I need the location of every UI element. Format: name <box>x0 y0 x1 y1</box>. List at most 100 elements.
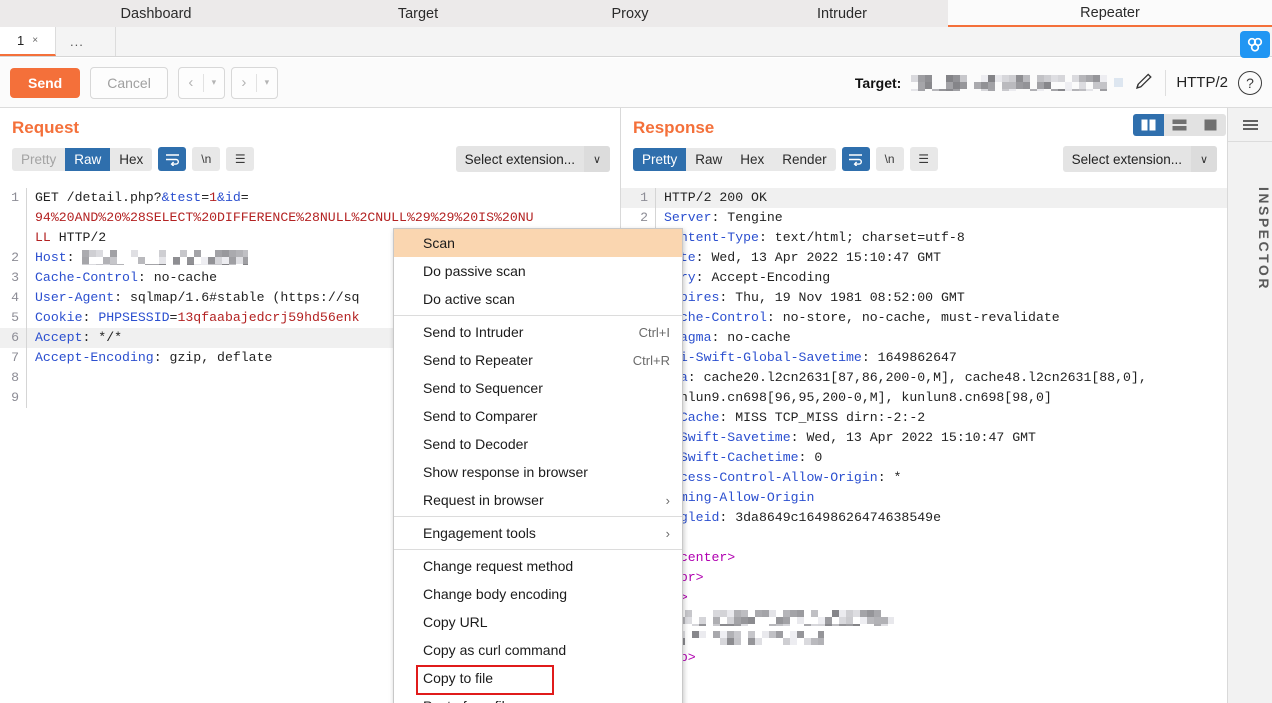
menu-item-label: Change body encoding <box>423 586 568 602</box>
send-button[interactable]: Send <box>10 67 81 98</box>
menu-item-send-to-decoder[interactable]: Send to Decoder <box>394 430 682 458</box>
response-line-content[interactable]: </br> <box>655 568 1227 588</box>
response-line-content[interactable]: Cache-Control: no-store, no-cache, must-… <box>655 308 1227 328</box>
suite-tab-dashboard[interactable]: Dashboard <box>0 0 312 28</box>
menu-item-copy-to-file[interactable]: Copy to file <box>394 664 682 695</box>
suite-tab-intruder[interactable]: Intruder <box>736 0 948 28</box>
response-line-content[interactable]: X-Swift-Cachetime: 0 <box>655 448 1227 468</box>
layout-view-mode-group[interactable] <box>1133 114 1226 136</box>
request-view-hex[interactable]: Hex <box>110 148 152 171</box>
menu-item-paste-from-file[interactable]: Paste from file <box>394 692 682 703</box>
response-line-content[interactable]: X-Swift-Savetime: Wed, 13 Apr 2022 15:10… <box>655 428 1227 448</box>
response-line-content[interactable]: Content-Type: text/html; charset=utf-8 <box>655 228 1227 248</box>
line-number: 4 <box>11 290 19 305</box>
back-history-caret-icon[interactable]: ▾ <box>204 68 224 98</box>
new-repeater-tab-button[interactable]: ... <box>56 27 116 56</box>
response-line-content[interactable]: Vary: Accept-Encoding <box>655 268 1227 288</box>
code-token: : Tengine <box>711 210 783 225</box>
request-actions-menu-icon[interactable]: ☰ <box>226 147 255 171</box>
response-view-mode-group[interactable]: Pretty Raw Hex Render <box>633 147 836 171</box>
split-vertical-view-button[interactable] <box>1133 114 1164 136</box>
code-token: Ali-Swift-Global-Savetime <box>664 350 862 365</box>
menu-item-show-response-in-browser[interactable]: Show response in browser <box>394 458 682 486</box>
response-line-content[interactable]: <b> <box>655 588 1227 608</box>
cancel-button[interactable]: Cancel <box>90 66 168 99</box>
forward-arrow-icon[interactable]: › <box>232 68 256 98</box>
response-line-content[interactable]: X-Cache: MISS TCP_MISS dirn:-2:-2 <box>655 408 1227 428</box>
back-button-group[interactable]: ‹ ▾ <box>177 66 225 99</box>
inspector-toggle-icon[interactable] <box>1228 108 1272 142</box>
menu-item-label: Request in browser <box>423 492 544 508</box>
menu-item-copy-url[interactable]: Copy URL <box>394 608 682 636</box>
code-token: X-Swift-Cachetime <box>664 450 799 465</box>
response-line-content[interactable] <box>655 608 1227 628</box>
response-line-content[interactable]: eagleid: 3da8649c16498626474638549e <box>655 508 1227 528</box>
menu-item-do-active-scan[interactable]: Do active scan <box>394 285 682 313</box>
response-line: 23</b> <box>621 648 1227 668</box>
burp-logo-icon[interactable] <box>1240 31 1270 58</box>
code-token: : 1649862647 <box>861 350 957 365</box>
suite-tab-proxy[interactable]: Proxy <box>524 0 736 28</box>
response-view-hex[interactable]: Hex <box>731 148 773 171</box>
back-arrow-icon[interactable]: ‹ <box>179 68 203 98</box>
request-view-pretty[interactable]: Pretty <box>12 148 65 171</box>
menu-item-engagement-tools[interactable]: Engagement tools › <box>394 519 682 547</box>
menu-item-copy-as-curl-command[interactable]: Copy as curl command <box>394 636 682 664</box>
forward-history-caret-icon[interactable]: ▾ <box>257 68 277 98</box>
menu-item-send-to-repeater[interactable]: Send to Repeater Ctrl+R <box>394 346 682 374</box>
request-view-mode-group[interactable]: Pretty Raw Hex <box>12 147 153 171</box>
menu-item-scan[interactable]: Scan <box>394 229 682 257</box>
request-select-extension-dropdown[interactable]: Select extension... ∨ <box>455 146 610 172</box>
response-line-content[interactable]: Ali-Swift-Global-Savetime: 1649862647 <box>655 348 1227 368</box>
pencil-icon[interactable] <box>1133 70 1155 95</box>
response-actions-menu-icon[interactable]: ☰ <box>909 147 938 171</box>
menu-item-do-passive-scan[interactable]: Do passive scan <box>394 257 682 285</box>
response-line-content[interactable]: Server: Tengine <box>655 208 1227 228</box>
menu-item-change-request-method[interactable]: Change request method <box>394 552 682 580</box>
response-line-content[interactable]: </center> <box>655 548 1227 568</box>
chevron-down-icon[interactable]: ∨ <box>584 146 610 172</box>
response-line-content[interactable]: kunlun9.cn698[96,95,200-0,M], kunlun8.cn… <box>655 388 1227 408</box>
request-view-raw[interactable]: Raw <box>65 147 111 171</box>
suite-tab-target[interactable]: Target <box>312 0 524 28</box>
menu-item-request-in-browser[interactable]: Request in browser › <box>394 486 682 514</box>
chevron-down-icon[interactable]: ∨ <box>1191 146 1217 172</box>
response-view-raw[interactable]: Raw <box>686 148 731 171</box>
response-line-content[interactable]: </b> <box>655 648 1227 668</box>
response-line: 8Pragma: no-cache <box>621 328 1227 348</box>
response-editor[interactable]: 1HTTP/2 200 OK2Server: Tengine3Content-T… <box>621 188 1227 703</box>
response-line-content[interactable]: Timing-Allow-Origin <box>655 488 1227 508</box>
forward-button-group[interactable]: › ▾ <box>230 66 278 99</box>
code-token: = <box>240 190 249 205</box>
response-line-content[interactable]: Expires: Thu, 19 Nov 1981 08:52:00 GMT <box>655 288 1227 308</box>
response-line-content[interactable]: Access-Control-Allow-Origin: * <box>655 468 1227 488</box>
single-view-button[interactable] <box>1195 114 1226 136</box>
response-line-content[interactable] <box>655 528 1227 548</box>
help-icon[interactable]: ? <box>1238 70 1262 95</box>
request-show-newlines-toggle[interactable]: \n <box>192 147 221 171</box>
response-line-content[interactable] <box>655 628 1227 648</box>
split-horizontal-view-button[interactable] <box>1164 114 1195 136</box>
request-word-wrap-toggle[interactable] <box>158 147 187 171</box>
response-line-content[interactable]: HTTP/2 200 OK <box>655 188 1227 208</box>
request-line-content[interactable]: 94%20AND%20%28SELECT%20DIFFERENCE%28NULL… <box>26 208 620 228</box>
response-line-content[interactable]: Date: Wed, 13 Apr 2022 15:10:47 GMT <box>655 248 1227 268</box>
response-view-render[interactable]: Render <box>773 148 835 171</box>
response-show-newlines-toggle[interactable]: \n <box>875 147 904 171</box>
inspector-panel[interactable]: INSPECTOR <box>1227 108 1272 703</box>
repeater-tab-1[interactable]: 1 × <box>0 27 56 56</box>
menu-item-send-to-sequencer[interactable]: Send to Sequencer <box>394 374 682 402</box>
menu-separator <box>394 549 682 550</box>
response-line-content[interactable]: Pragma: no-cache <box>655 328 1227 348</box>
menu-item-send-to-comparer[interactable]: Send to Comparer <box>394 402 682 430</box>
close-icon[interactable]: × <box>32 35 38 46</box>
response-select-extension-dropdown[interactable]: Select extension... ∨ <box>1062 146 1217 172</box>
suite-tab-repeater[interactable]: Repeater <box>948 0 1272 28</box>
response-word-wrap-toggle[interactable] <box>841 147 870 171</box>
response-view-pretty[interactable]: Pretty <box>633 147 687 171</box>
request-context-menu[interactable]: Scan Do passive scan Do active scan Send to… <box>393 228 683 703</box>
menu-item-send-to-intruder[interactable]: Send to Intruder Ctrl+I <box>394 318 682 346</box>
menu-item-change-body-encoding[interactable]: Change body encoding <box>394 580 682 608</box>
response-line-content[interactable]: Via: cache20.l2cn2631[87,86,200-0,M], ca… <box>655 368 1227 388</box>
request-line-content[interactable]: GET /detail.php?&test=1&id= <box>26 188 620 208</box>
